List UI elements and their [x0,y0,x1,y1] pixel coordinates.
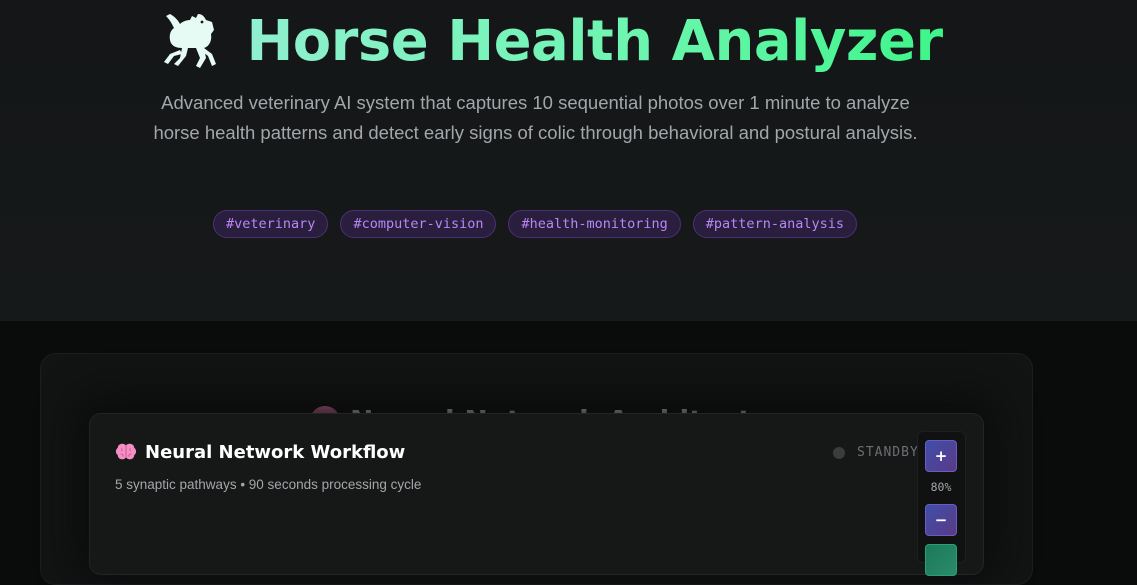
workflow-header: Neural Network Workflow [115,441,405,463]
status-text: STANDBY [857,445,919,460]
tag-veterinary[interactable]: #veterinary [213,210,329,238]
page-title: Horse Health Analyzer [246,9,943,74]
zoom-out-button[interactable]: − [925,504,957,536]
tag-pattern-analysis[interactable]: #pattern-analysis [692,210,857,238]
zoom-reset-button[interactable] [925,544,957,576]
zoom-in-button[interactable]: + [925,440,957,472]
title-row: Horse Health Analyzer [0,8,1137,76]
tag-list: #veterinary #computer-vision #health-mon… [0,210,1070,238]
workflow-subtitle: 5 synaptic pathways • 90 seconds process… [115,477,422,492]
tag-health-monitoring[interactable]: #health-monitoring [508,210,681,238]
brain-icon [115,443,137,460]
workflow-title: Neural Network Workflow [145,441,406,463]
horse-icon [164,14,217,68]
workflow-panel [89,413,984,575]
hero-section: Horse Health Analyzer Advanced veterinar… [0,0,1137,321]
page-subtitle: Advanced veterinary AI system that captu… [153,92,918,143]
zoom-level: 80% [930,480,952,494]
status-dot-icon [833,446,845,459]
tag-computer-vision[interactable]: #computer-vision [340,210,497,238]
status-indicator: STANDBY [833,445,919,460]
